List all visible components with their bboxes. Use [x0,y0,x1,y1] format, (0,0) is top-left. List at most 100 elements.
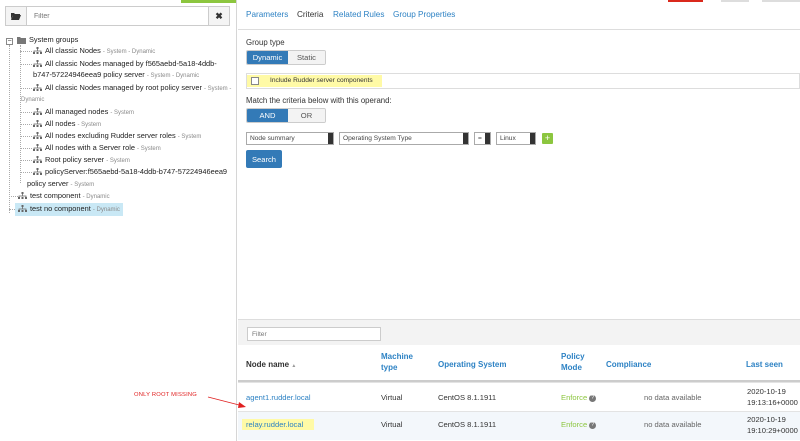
group-type-toggle: Dynamic Static [246,50,326,65]
dropdown-arrow-icon [485,133,490,144]
tree-category-label: System groups [29,35,79,44]
static-option[interactable]: Static [287,51,325,64]
and-option[interactable]: AND [247,109,288,122]
node-link[interactable]: relay.rudder.local [246,420,303,430]
policy-mode-cell: Enforce? [561,393,597,402]
operand-label: Match the criteria below with this opera… [246,96,392,105]
group-icon [33,120,42,128]
help-icon[interactable]: ? [589,421,597,429]
group-icon [33,47,42,55]
criteria-attribute-select[interactable]: Operating System Type [339,132,469,145]
tree-item-group-wrap[interactable]: b747-57224946eea9 policy server - System… [33,70,199,81]
last-seen-date: 2020-10-19 [747,387,786,396]
group-icon [33,168,42,176]
dropdown-arrow-icon [530,133,535,144]
tree-branch [20,148,32,149]
annotation-text: ONLY ROOT MISSING [134,392,197,398]
close-icon: ✖ [215,10,223,21]
tree-item-group-wrap[interactable]: policy server - System [27,179,94,190]
include-server-components-row: Include Rudder server components [246,73,800,89]
os-cell: CentOS 8.1.1911 [438,420,497,429]
tree-filter-bar: ✖ [5,6,230,26]
tab-criteria[interactable]: Criteria [297,10,323,19]
tree-item-group[interactable]: All nodes - System [33,119,101,130]
col-node-name[interactable]: Node name ▲ [246,359,296,372]
tab-related-rules[interactable]: Related Rules [333,10,384,19]
tree-branch [20,51,32,52]
group-icon [18,192,27,200]
tree-guide [20,45,21,183]
tree-branch [20,112,32,113]
group-icon [33,144,42,152]
col-compliance[interactable]: Compliance [606,359,651,370]
col-policy-mode[interactable]: Policy Mode [561,351,591,373]
tree-guide [9,45,10,213]
clear-filter-button[interactable]: ✖ [208,6,230,26]
tree-item-group[interactable]: All nodes with a Server role - System [33,143,161,154]
dropdown-arrow-icon [328,133,333,144]
group-icon [33,84,42,92]
col-last-seen[interactable]: Last seen [746,359,783,370]
machine-type-cell: Virtual [381,393,403,402]
tree-item-group[interactable]: All managed nodes - System [33,107,134,118]
search-button[interactable]: Search [246,150,282,168]
create-button-edge[interactable] [181,0,236,3]
tree-item-group[interactable]: Root policy server - System [33,155,130,166]
sort-asc-icon: ▲ [291,363,297,369]
tree-branch [20,160,32,161]
node-link[interactable]: agent1.rudder.local [246,393,311,403]
tree-category-system-groups[interactable]: System groups [17,35,78,45]
tree-item-group-wrap[interactable]: Dynamic [21,94,44,105]
tab-group-properties[interactable]: Group Properties [393,10,455,19]
tab-parameters[interactable]: Parameters [246,10,288,19]
or-option[interactable]: OR [287,109,325,122]
os-cell: CentOS 8.1.1911 [438,393,497,402]
table-row: agent1.rudder.local Virtual CentOS 8.1.1… [238,382,800,411]
policy-mode-cell: Enforce? [561,420,597,429]
machine-type-cell: Virtual [381,420,403,429]
tree-item-group[interactable]: policyServer:f565aebd-5a18-4ddb-b747-572… [33,167,227,177]
group-type-label: Group type [246,38,285,47]
table-row: relay.rudder.local Virtual CentOS 8.1.19… [238,411,800,440]
tree-item-group[interactable]: All classic Nodes - System - Dynamic [33,46,155,57]
group-icon [18,205,27,213]
help-icon[interactable]: ? [589,394,597,402]
col-machine-type[interactable]: Machine type [381,351,421,373]
tree-branch [9,196,18,197]
tree-item-test-component[interactable]: test component - Dynamic [18,191,110,202]
tree-branch [20,88,32,89]
folder-open-icon [11,13,21,20]
criteria-comparator-select[interactable]: = [474,132,491,145]
tree-item-test-no-component[interactable]: test no component - Dynamic [15,203,123,216]
last-seen-time: 19:10:29+0000 [747,426,798,435]
add-criterion-button[interactable]: + [542,133,553,144]
table-filter-input[interactable] [247,327,381,341]
group-details-panel: Parameters Criteria Related Rules Group … [238,0,800,441]
last-seen-time: 19:13:16+0000 [747,398,798,407]
group-tabs: Parameters Criteria Related Rules Group … [238,0,800,30]
criteria-value-select[interactable]: Linux [496,132,536,145]
tree-branch [20,136,32,137]
tree-item-group[interactable]: All classic Nodes managed by root policy… [33,83,231,94]
collapse-toggle[interactable]: − [6,38,13,45]
group-icon [33,108,42,116]
folder-icon [17,36,26,44]
dropdown-arrow-icon [463,133,468,144]
folder-toggle-button[interactable] [5,6,27,26]
include-server-components-label: Include Rudder server components [270,77,373,84]
dynamic-option[interactable]: Dynamic [247,51,288,64]
criteria-object-select[interactable]: Node summary [246,132,334,145]
tree-branch [20,172,32,173]
operand-toggle: AND OR [246,108,326,123]
tree-branch [20,64,32,65]
nodes-table-section: Node name ▲ Machine type Operating Syste… [238,319,800,441]
group-icon [33,156,42,164]
tree-item-group[interactable]: All nodes excluding Rudder server roles … [33,131,201,142]
include-server-components-checkbox[interactable] [251,77,259,85]
col-operating-system[interactable]: Operating System [438,359,506,370]
tree-item-group[interactable]: All classic Nodes managed by f565aebd-5a… [33,59,217,69]
group-icon [33,60,42,68]
groups-tree-panel: ✖ − System groups All classic Nodes - Sy… [0,0,237,441]
compliance-cell: no data available [644,393,702,402]
tree-filter-input[interactable] [27,6,208,26]
